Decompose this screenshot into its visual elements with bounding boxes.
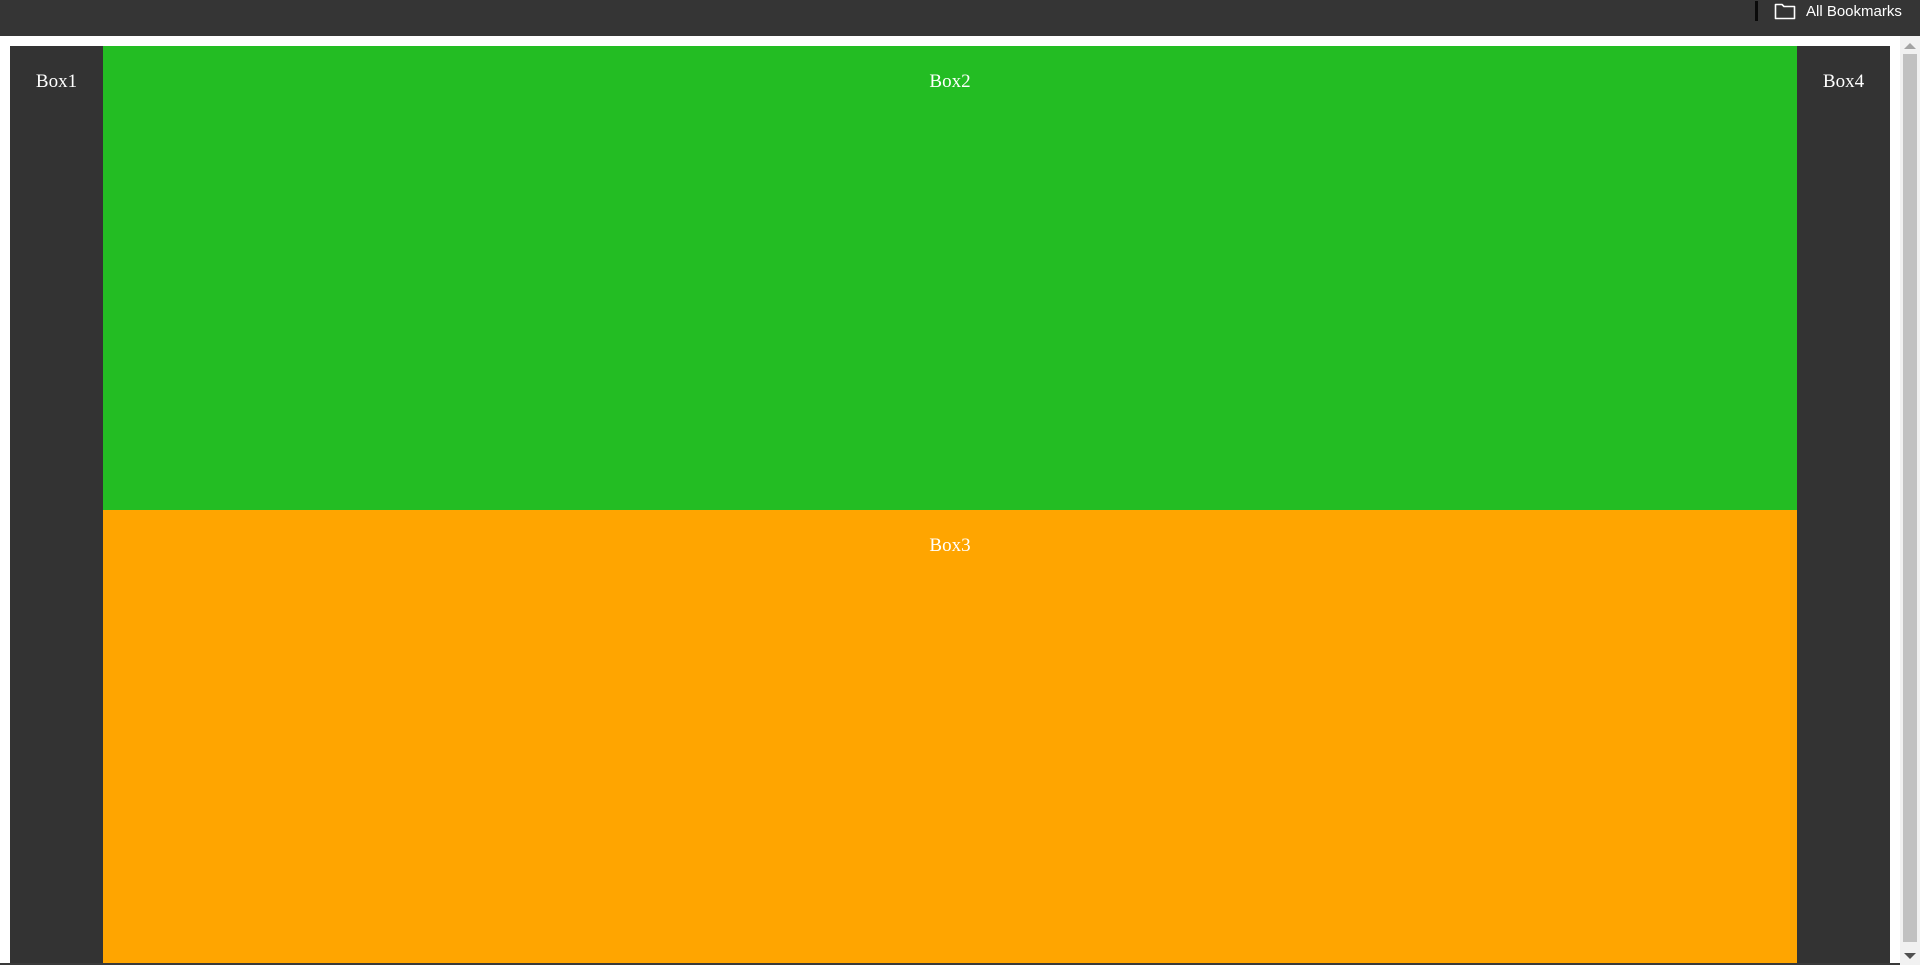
all-bookmarks-button[interactable]: All Bookmarks: [1774, 0, 1902, 22]
box4: Box4: [1797, 46, 1890, 965]
scroll-down-arrow-icon[interactable]: [1904, 953, 1916, 959]
center-column: Box2 Box3: [103, 46, 1797, 965]
page-viewport: Box1 Box2 Box3 Box4: [0, 36, 1920, 965]
bookmarks-separator: [1755, 1, 1758, 21]
vertical-scrollbar[interactable]: [1900, 36, 1920, 965]
bookmarks-bar: All Bookmarks: [0, 0, 1920, 36]
box1-label: Box1: [35, 71, 78, 92]
scrollbar-thumb[interactable]: [1903, 54, 1917, 942]
box2: Box2: [103, 46, 1797, 510]
scroll-up-arrow-icon[interactable]: [1904, 43, 1916, 49]
page-content: Box1 Box2 Box3 Box4: [10, 46, 1890, 965]
box3-label: Box3: [929, 535, 971, 556]
box2-label: Box2: [929, 71, 971, 92]
box4-label: Box4: [1822, 71, 1865, 92]
box1: Box1: [10, 46, 103, 965]
folder-icon: [1774, 3, 1796, 20]
all-bookmarks-label: All Bookmarks: [1806, 2, 1902, 20]
box3: Box3: [103, 510, 1797, 965]
